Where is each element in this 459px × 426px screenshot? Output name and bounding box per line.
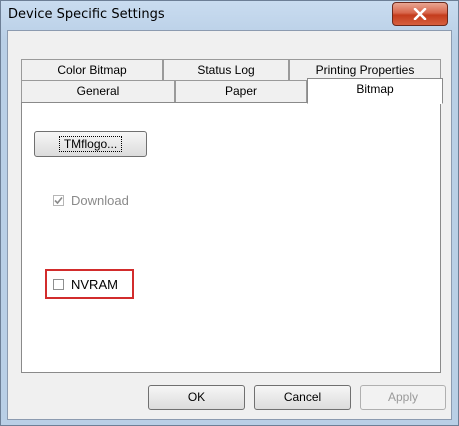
cancel-label: Cancel — [283, 390, 322, 404]
download-checkbox[interactable]: Download — [53, 193, 129, 208]
title-bar[interactable]: Device Specific Settings — [1, 1, 458, 29]
download-check-box — [53, 195, 64, 206]
tab-label: Color Bitmap — [57, 63, 127, 77]
tm-flogo-label: TMflogo... — [58, 136, 123, 152]
tab-general[interactable]: General — [21, 80, 175, 102]
tab-status-log[interactable]: Status Log — [163, 59, 289, 81]
ok-label: OK — [187, 390, 206, 404]
nvram-label: NVRAM — [71, 277, 118, 292]
tab-paper[interactable]: Paper — [175, 80, 307, 102]
apply-label: Apply — [387, 390, 419, 404]
tab-color-bitmap[interactable]: Color Bitmap — [21, 59, 163, 81]
close-button[interactable] — [392, 2, 448, 26]
tab-bitmap[interactable]: Bitmap — [307, 78, 443, 104]
nvram-check-box — [53, 279, 64, 290]
apply-button[interactable]: Apply — [360, 385, 446, 410]
tm-flogo-button[interactable]: TMflogo... — [34, 131, 147, 157]
window-title: Device Specific Settings — [8, 7, 165, 22]
download-label: Download — [71, 193, 129, 208]
cancel-button[interactable]: Cancel — [254, 385, 351, 410]
tab-label: General — [76, 84, 120, 98]
ok-button[interactable]: OK — [148, 385, 245, 410]
checkmark-icon — [54, 196, 63, 205]
nvram-checkbox[interactable]: NVRAM — [53, 277, 118, 292]
tab-label: Bitmap — [356, 82, 394, 96]
tab-label: Status Log — [197, 63, 255, 77]
close-icon — [413, 8, 427, 20]
tab-label: Printing Properties — [315, 63, 415, 77]
tab-label: Paper — [224, 84, 258, 98]
dialog-window: Device Specific Settings Color Bitmap St… — [0, 0, 459, 426]
